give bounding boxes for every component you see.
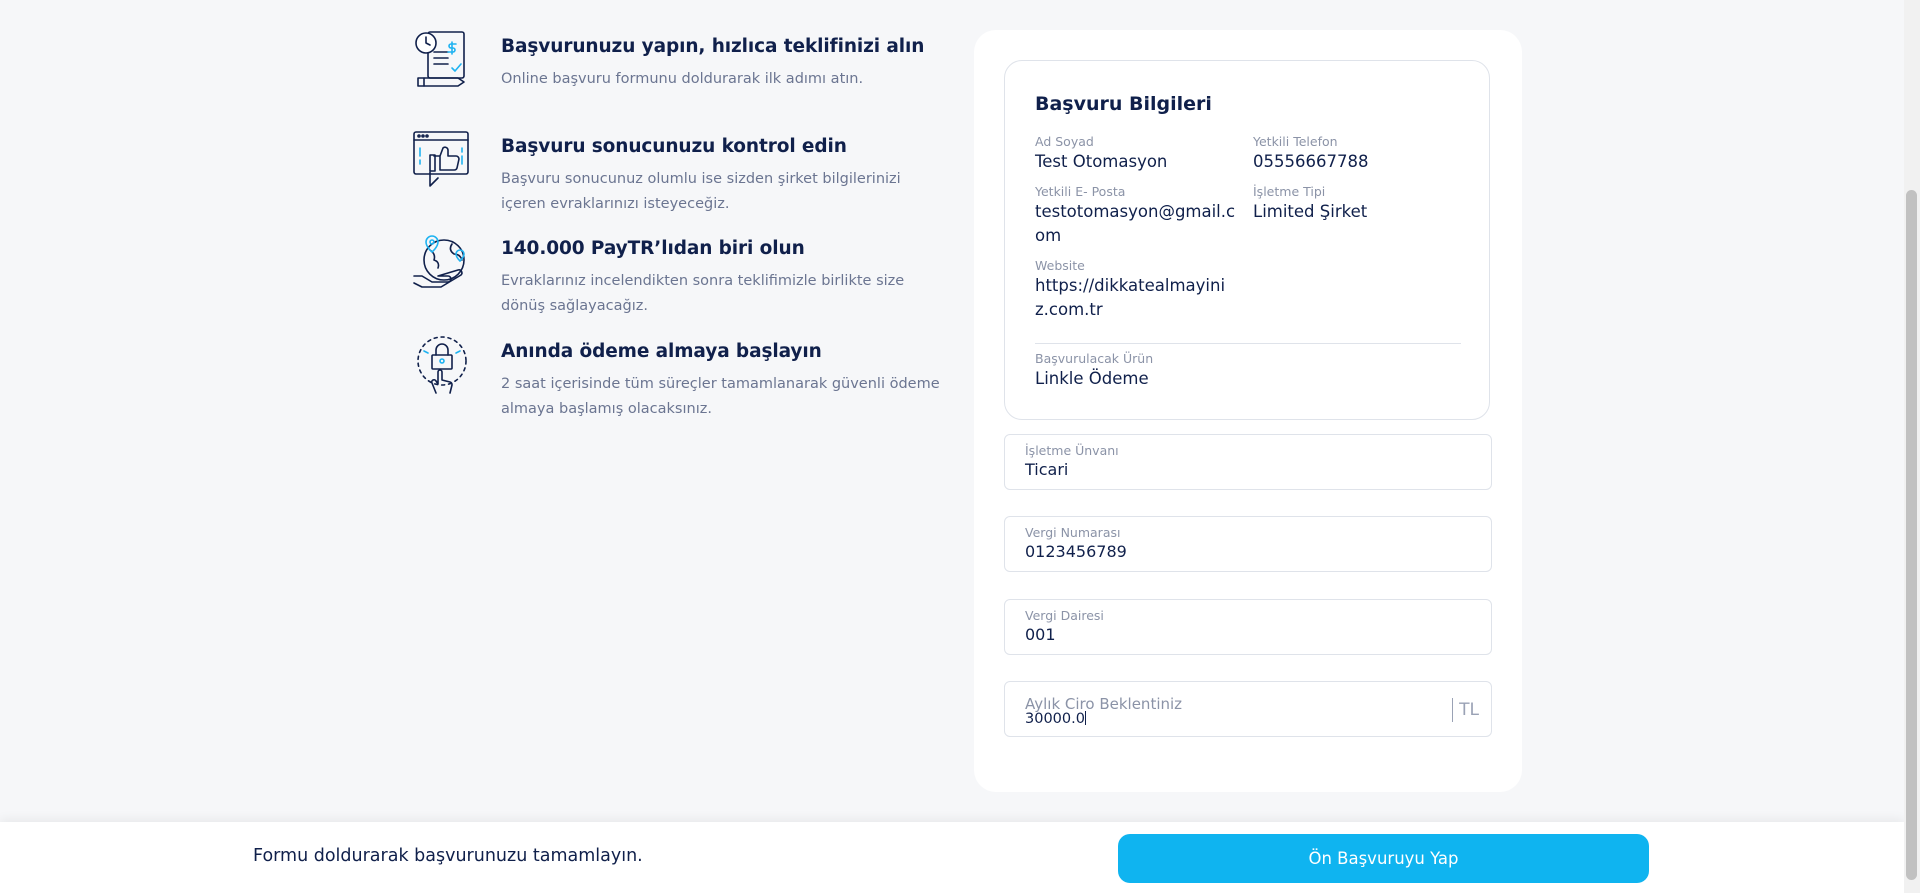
product-info: Başvurulacak Ürün Linkle Ödeme bbox=[1035, 351, 1235, 391]
step-title: 140.000 PayTR’lıdan biri olun bbox=[501, 238, 805, 259]
product-value: Linkle Ödeme bbox=[1035, 369, 1149, 388]
business-type-label: İşletme Tipi bbox=[1253, 184, 1326, 199]
step-title: Başvuru sonucunuzu kontrol edin bbox=[501, 136, 847, 157]
step-text: Başvuru sonucunuz olumlu ise sizden şirk… bbox=[501, 171, 901, 212]
tax-number-label: Vergi Numarası bbox=[1025, 525, 1121, 540]
secure-payment-touch-icon bbox=[412, 335, 472, 395]
footer-bar: Formu doldurarak başvurunuzu tamamlayın.… bbox=[0, 822, 1904, 893]
name-value: Test Otomasyon bbox=[1035, 152, 1168, 171]
website-info: Website https://dikkatealmayiniz.com.tr bbox=[1035, 258, 1237, 322]
summary-title: Başvuru Bilgileri bbox=[1035, 93, 1212, 115]
phone-label: Yetkili Telefon bbox=[1253, 134, 1338, 149]
scrollbar-thumb[interactable] bbox=[1906, 190, 1917, 880]
name-info: Ad Soyad Test Otomasyon bbox=[1035, 134, 1235, 174]
tax-office-field[interactable]: Vergi Dairesi 001 bbox=[1004, 599, 1492, 655]
footer-message: Formu doldurarak başvurunuzu tamamlayın. bbox=[253, 846, 643, 866]
name-label: Ad Soyad bbox=[1035, 134, 1094, 149]
business-type-value: Limited Şirket bbox=[1253, 202, 1368, 221]
text-cursor bbox=[1084, 711, 1086, 725]
phone-value: 05556667788 bbox=[1253, 152, 1369, 171]
step-text: Online başvuru formunu doldurarak ilk ad… bbox=[501, 71, 864, 87]
tax-office-value: 001 bbox=[1025, 625, 1056, 644]
thumbs-up-browser-icon bbox=[412, 130, 472, 190]
summary-divider bbox=[1035, 343, 1461, 344]
website-value: https://dikkatealmayiniz.com.tr bbox=[1035, 276, 1226, 319]
step-text: Evraklarınız incelendikten sonra teklifi… bbox=[501, 273, 905, 314]
monthly-revenue-value: 30000.0 bbox=[1025, 711, 1086, 727]
application-summary: Başvuru Bilgileri Ad Soyad Test Otomasyo… bbox=[1004, 60, 1490, 420]
business-title-value: Ticari bbox=[1025, 460, 1069, 479]
step-title: Anında ödeme almaya başlayın bbox=[501, 341, 822, 362]
tax-number-value: 0123456789 bbox=[1025, 542, 1127, 561]
email-label: Yetkili E- Posta bbox=[1035, 184, 1126, 199]
website-label: Website bbox=[1035, 258, 1085, 273]
monthly-revenue-field[interactable]: Aylık Ciro Beklentiniz 30000.0 TL bbox=[1004, 681, 1492, 737]
phone-info: Yetkili Telefon 05556667788 bbox=[1253, 134, 1453, 174]
tax-office-label: Vergi Dairesi bbox=[1025, 608, 1104, 623]
business-type-info: İşletme Tipi Limited Şirket bbox=[1253, 184, 1453, 224]
application-card: Başvuru Bilgileri Ad Soyad Test Otomasyo… bbox=[974, 30, 1522, 792]
step-text: 2 saat içerisinde tüm süreçler tamamlana… bbox=[501, 376, 940, 417]
product-label: Başvurulacak Ürün bbox=[1035, 351, 1154, 366]
email-info: Yetkili E- Posta testotomasyon@gmail.com bbox=[1035, 184, 1237, 248]
business-title-field[interactable]: İşletme Ünvanı Ticari bbox=[1004, 434, 1492, 490]
currency-suffix: TL bbox=[1452, 698, 1479, 722]
application-document-icon bbox=[412, 30, 472, 90]
business-title-label: İşletme Ünvanı bbox=[1025, 443, 1119, 458]
step-title: Başvurunuzu yapın, hızlıca teklifinizi a… bbox=[501, 36, 925, 57]
tax-number-field[interactable]: Vergi Numarası 0123456789 bbox=[1004, 516, 1492, 572]
email-value: testotomasyon@gmail.com bbox=[1035, 202, 1236, 245]
submit-preapplication-button[interactable]: Ön Başvuruyu Yap bbox=[1118, 834, 1649, 883]
globe-hand-icon bbox=[412, 232, 472, 292]
